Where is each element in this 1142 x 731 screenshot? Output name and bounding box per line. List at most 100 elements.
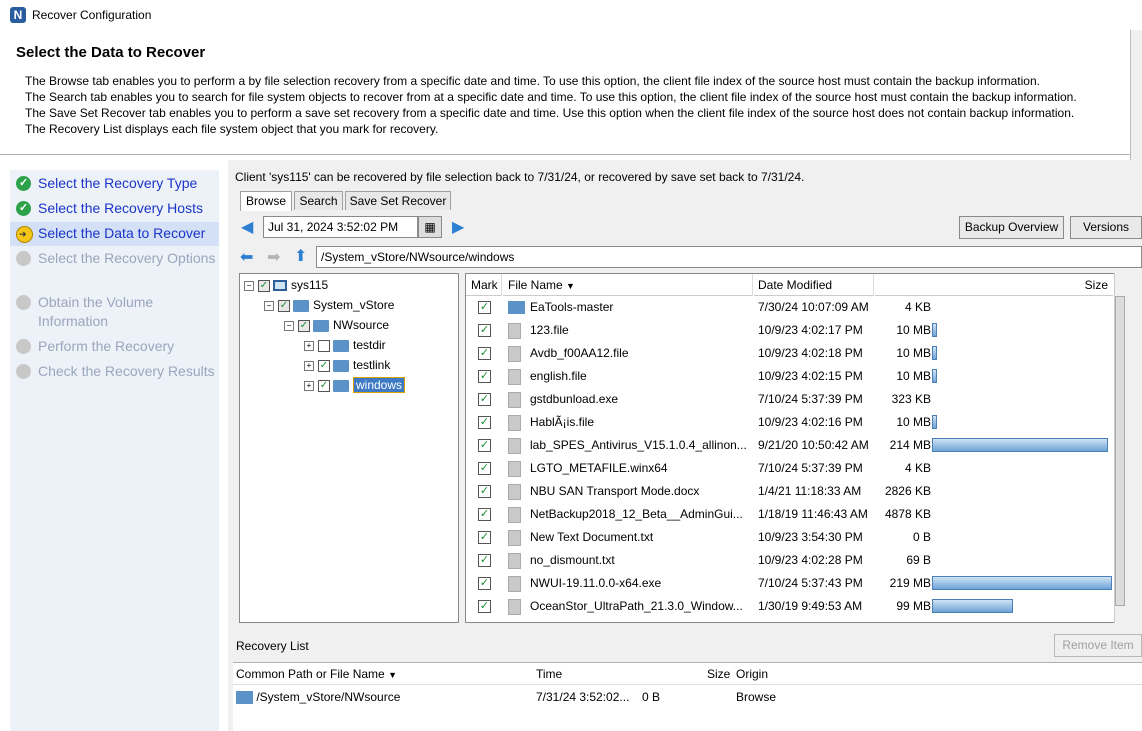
app-icon: N: [10, 7, 26, 23]
mark-checkbox[interactable]: ✓: [478, 324, 491, 338]
sort-down-icon: ▼: [566, 281, 575, 291]
step-label: Select the Recovery Type: [38, 175, 198, 191]
expand-icon[interactable]: +: [304, 340, 314, 351]
back-arrow-icon[interactable]: ⬅: [240, 247, 253, 267]
file-row[interactable]: ✓ LGTO_METAFILE.winx64 7/10/24 5:37:39 PM 4…: [466, 457, 1114, 480]
pending-icon: [16, 295, 31, 310]
column-header-date-modified[interactable]: Date Modified: [754, 274, 874, 296]
mark-checkbox[interactable]: ✓: [478, 370, 491, 384]
step-label: Perform the Recovery: [38, 338, 175, 354]
size-bar: [932, 599, 1013, 613]
file-row[interactable]: ✓ HablÃ¡is.file 10/9/23 4:02:16 PM 10 MB: [466, 411, 1114, 434]
tree-node-testlink[interactable]: + ✓ testlink: [304, 357, 390, 375]
column-header-size[interactable]: Size: [875, 274, 1113, 296]
file-row[interactable]: ✓ lab_SPES_Antivirus_V15.1.0.4_allinon...…: [466, 434, 1114, 457]
mark-checkbox[interactable]: ✓: [478, 416, 491, 430]
file-row[interactable]: ✓ Avdb_f00AA12.file 10/9/23 4:02:18 PM 10 M…: [466, 342, 1114, 365]
file-name: Avdb_f00AA12.file: [530, 346, 629, 360]
recovery-row[interactable]: /System_vStore/NWsource: [236, 690, 400, 705]
mark-checkbox[interactable]: ✓: [478, 485, 491, 499]
mark-checkbox[interactable]: ✓: [478, 577, 491, 591]
file-size: 4 KB: [904, 461, 931, 475]
column-header-file-name[interactable]: File Name ▼: [503, 274, 753, 296]
file-name-cell: EaTools-master: [508, 296, 754, 319]
column-header-size[interactable]: Size: [707, 667, 730, 681]
mark-checkbox[interactable]: ✓: [478, 301, 491, 315]
versions-button[interactable]: Versions: [1070, 216, 1142, 239]
file-icon: [508, 529, 521, 546]
mark-checkbox[interactable]: ✓: [478, 600, 491, 614]
sort-down-icon: ▼: [388, 670, 397, 680]
previous-date-icon[interactable]: ◀: [241, 217, 253, 237]
column-header-mark[interactable]: Mark: [466, 274, 502, 296]
step-perform-recovery: Perform the Recovery: [16, 337, 216, 359]
tree-node-sys115[interactable]: − ✓ sys115: [244, 277, 328, 295]
step-label: Select the Recovery Options: [38, 250, 216, 266]
collapse-icon[interactable]: −: [264, 300, 274, 311]
mark-checkbox[interactable]: ✓: [478, 531, 491, 545]
tree-checkbox[interactable]: ✓: [298, 319, 310, 332]
mark-cell: ✓: [478, 572, 491, 595]
scrollbar-thumb[interactable]: [1115, 296, 1125, 606]
check-icon: [16, 176, 31, 191]
folder-icon: [508, 301, 525, 315]
expand-icon[interactable]: +: [304, 360, 314, 371]
step-data-to-recover[interactable]: Select the Data to Recover: [10, 222, 219, 246]
file-row[interactable]: ✓ gstdbunload.exe 7/10/24 5:37:39 PM 323 KB: [466, 388, 1114, 411]
mark-checkbox[interactable]: ✓: [478, 508, 491, 522]
file-row[interactable]: ✓ New Text Document.txt 10/9/23 3:54:30 PM…: [466, 526, 1114, 549]
backup-overview-button[interactable]: Backup Overview: [959, 216, 1064, 239]
file-row[interactable]: ✓ no_dismount.txt 10/9/23 4:02:28 PM 69 B: [466, 549, 1114, 572]
file-name-cell: NetBackup2018_12_Beta__AdminGui...: [508, 503, 754, 526]
forward-arrow-icon[interactable]: ➡: [267, 247, 280, 267]
mark-checkbox[interactable]: ✓: [478, 439, 491, 453]
pending-icon: [16, 251, 31, 266]
file-row[interactable]: ✓ 123.file 10/9/23 4:02:17 PM 10 MB: [466, 319, 1114, 342]
up-arrow-icon[interactable]: ⬆: [294, 246, 307, 266]
file-row[interactable]: ✓ NetBackup2018_12_Beta__AdminGui... 1/18/…: [466, 503, 1114, 526]
tree-node-nwsource[interactable]: − ✓ NWsource: [284, 317, 389, 335]
file-size: 10 MB: [896, 323, 931, 337]
tab-search[interactable]: Search: [294, 191, 343, 210]
date-modified: 1/4/21 11:18:33 AM: [758, 484, 862, 498]
mark-checkbox[interactable]: ✓: [478, 347, 491, 361]
collapse-icon[interactable]: −: [284, 320, 294, 331]
tree-checkbox[interactable]: ✓: [318, 359, 330, 372]
file-row[interactable]: ✓ NWUI-19.11.0.0-x64.exe 7/10/24 5:37:43 P…: [466, 572, 1114, 595]
tab-save-set-recover[interactable]: Save Set Recover: [345, 191, 451, 210]
date-modified: 9/21/20 10:50:42 AM: [758, 438, 869, 452]
file-icon: [508, 506, 521, 523]
step-label: Select the Recovery Hosts: [38, 200, 203, 216]
tree-node-testdir[interactable]: + testdir: [304, 337, 386, 355]
path-field[interactable]: /System_vStore/NWsource/windows: [316, 246, 1142, 268]
column-header-path[interactable]: Common Path or File Name ▼: [236, 667, 397, 681]
remove-item-button[interactable]: Remove Item: [1054, 634, 1142, 657]
file-row[interactable]: ✓ EaTools-master 7/30/24 10:07:09 AM 4 KB: [466, 296, 1114, 319]
calendar-icon[interactable]: ▦: [418, 216, 442, 238]
tree-node-windows[interactable]: + ✓ windows: [304, 377, 406, 395]
step-recovery-type[interactable]: Select the Recovery Type: [16, 174, 216, 196]
collapse-icon[interactable]: −: [244, 280, 254, 291]
file-row[interactable]: ✓ NBU SAN Transport Mode.docx 1/4/21 11:18…: [466, 480, 1114, 503]
column-header-time[interactable]: Time: [536, 667, 562, 681]
tab-browse[interactable]: Browse: [240, 191, 292, 211]
step-recovery-hosts[interactable]: Select the Recovery Hosts: [16, 199, 216, 221]
mark-checkbox[interactable]: ✓: [478, 393, 491, 407]
file-row[interactable]: ✓ OceanStor_UltraPath_21.3.0_Window... 1/3…: [466, 595, 1114, 618]
mark-checkbox[interactable]: ✓: [478, 554, 491, 568]
date-field[interactable]: Jul 31, 2024 3:52:02 PM: [263, 216, 418, 238]
column-header-origin[interactable]: Origin: [736, 667, 768, 681]
file-size: 219 MB: [889, 576, 931, 590]
expand-icon[interactable]: +: [304, 380, 314, 391]
mark-checkbox[interactable]: ✓: [478, 462, 491, 476]
file-icon: [508, 414, 521, 431]
tree-checkbox[interactable]: ✓: [278, 299, 290, 312]
tree-checkbox[interactable]: ✓: [318, 379, 330, 392]
tree-node-system-vstore[interactable]: − ✓ System_vStore: [264, 297, 394, 315]
tree-checkbox[interactable]: ✓: [258, 279, 270, 292]
file-icon: [508, 598, 521, 615]
file-row[interactable]: ✓ english.file 10/9/23 4:02:15 PM 10 MB: [466, 365, 1114, 388]
tree-checkbox[interactable]: [318, 339, 330, 352]
next-date-icon[interactable]: ▶: [452, 217, 464, 237]
file-icon: [508, 552, 521, 569]
